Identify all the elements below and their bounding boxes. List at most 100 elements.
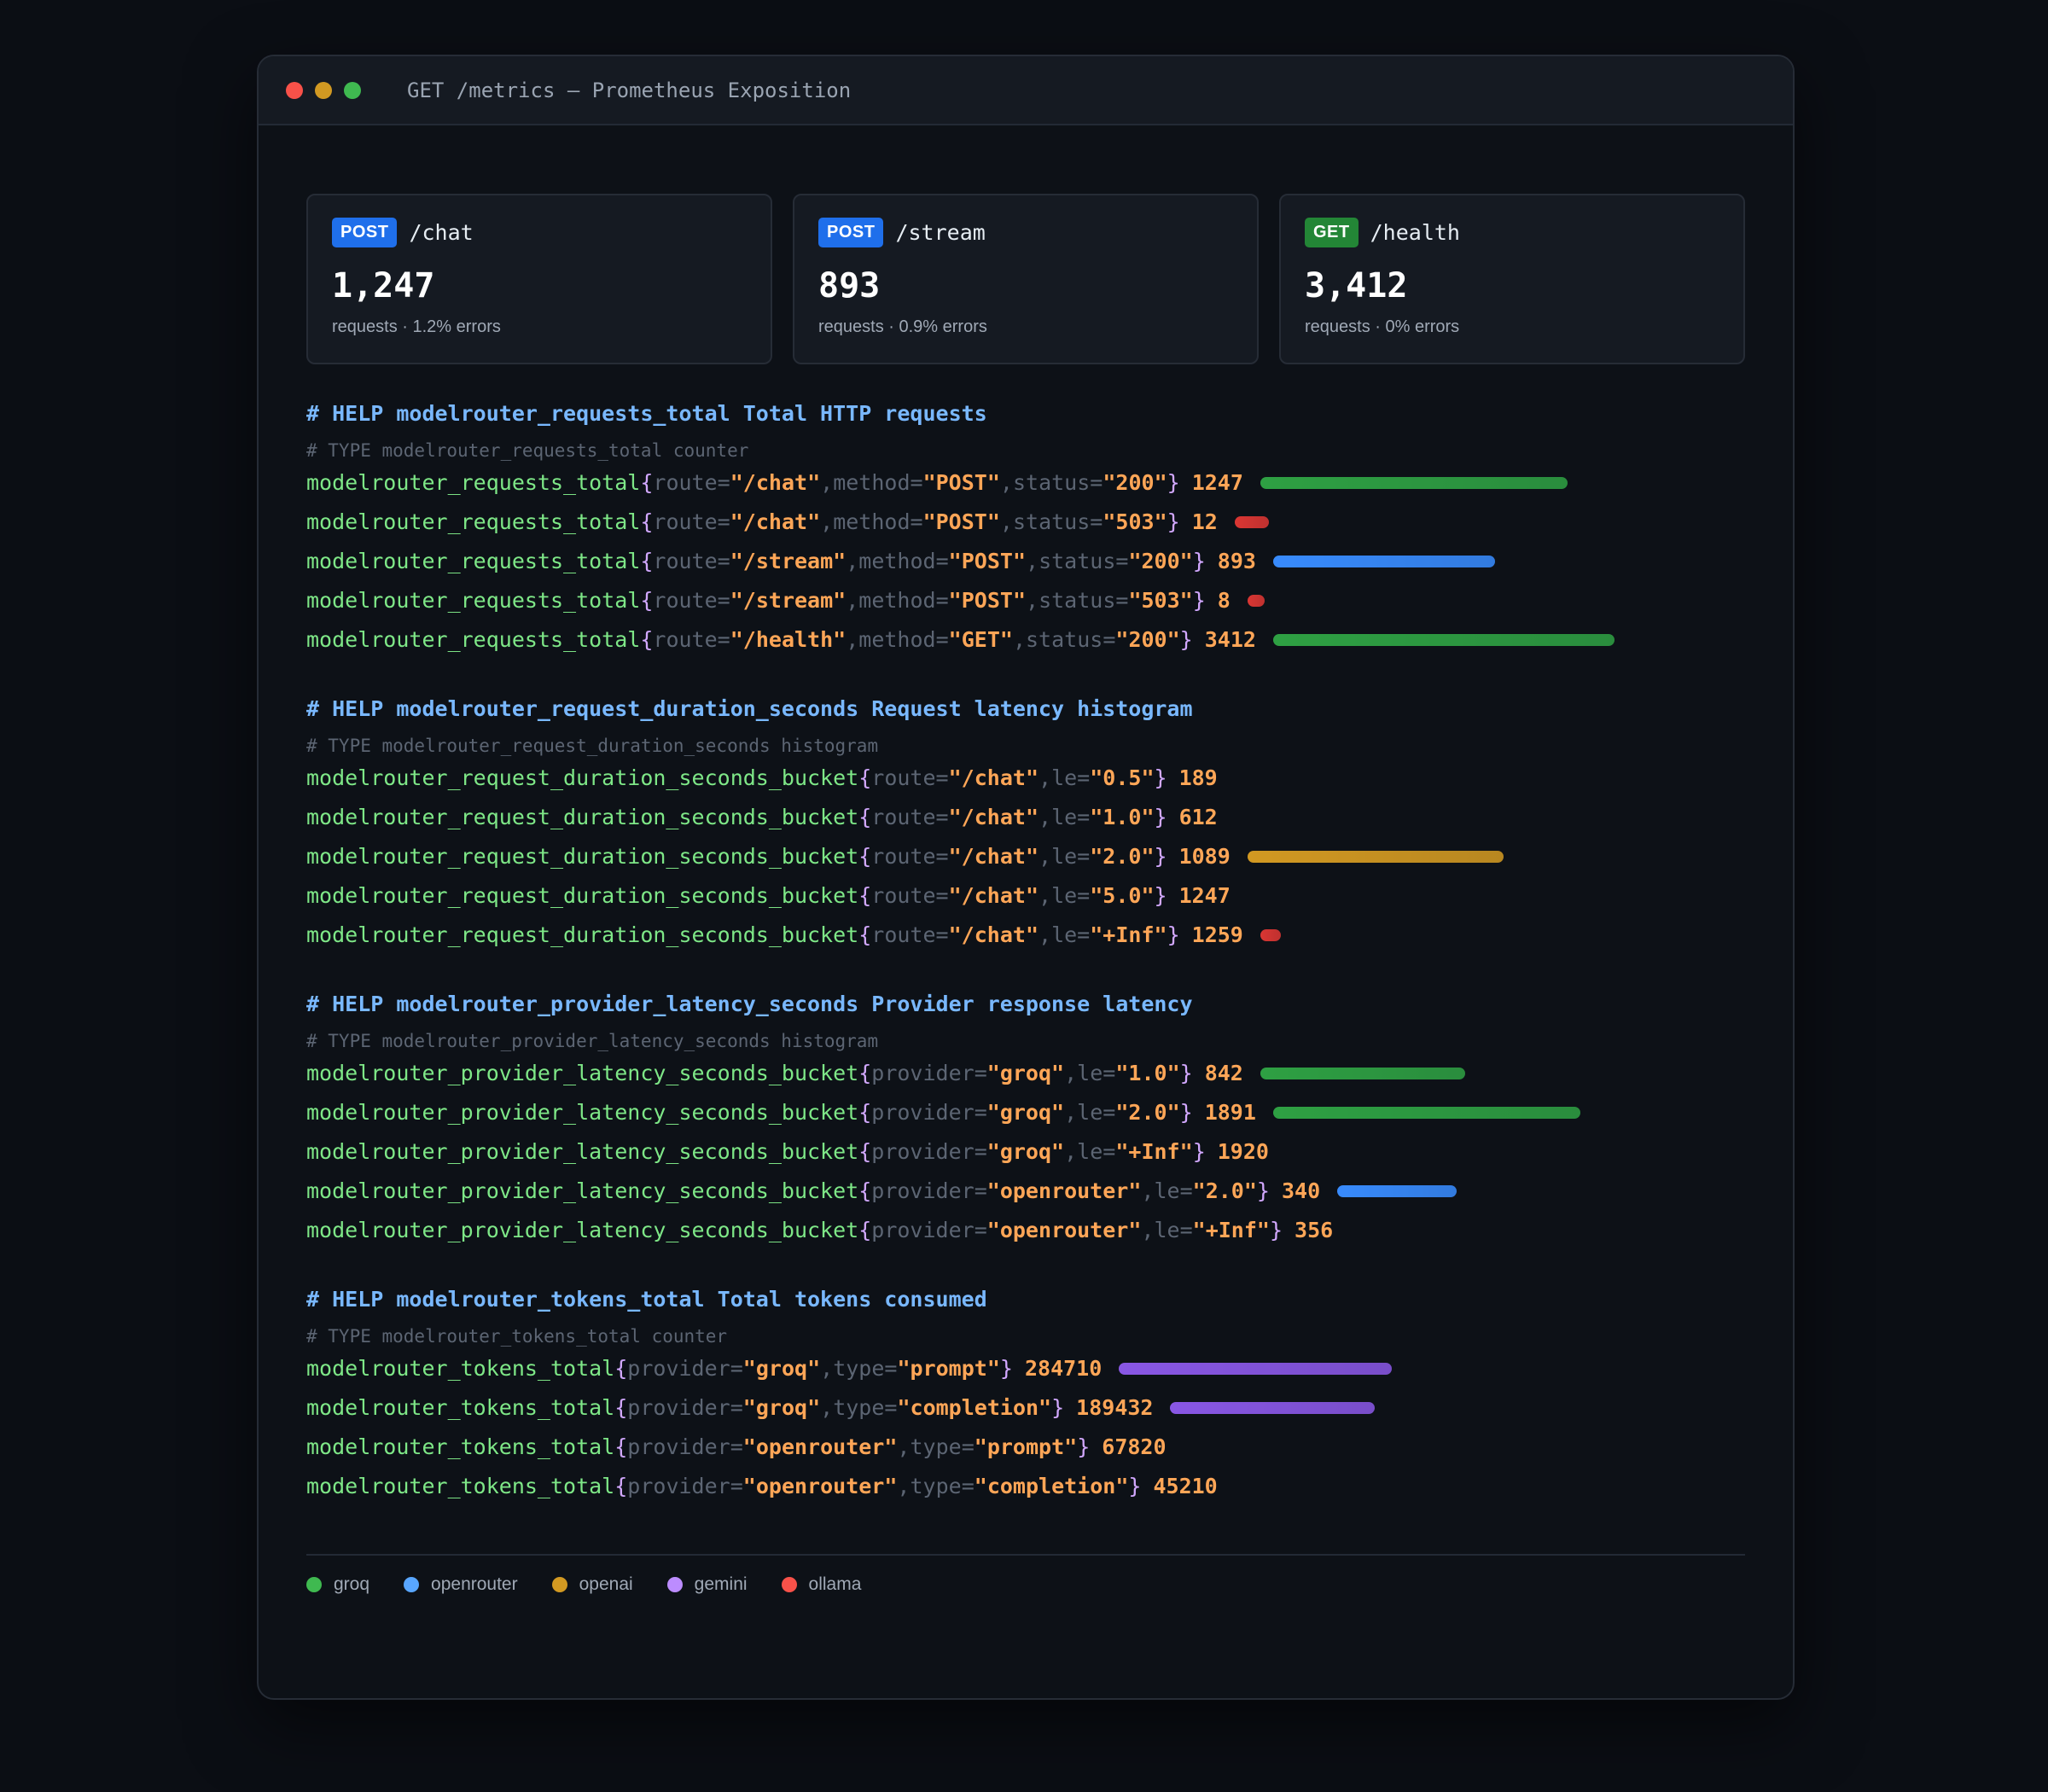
metric-name: modelrouter_provider_latency_seconds_buc… [306,1061,859,1085]
label-value: "POST" [922,470,1000,495]
label-value-text: 0.5 [1103,765,1142,790]
label-equals: = [1077,844,1091,869]
http-method-badge: GET [1305,218,1359,247]
label-key: le [1154,1178,1180,1203]
open-brace: { [858,1139,872,1164]
value-bar [1170,1402,1376,1414]
metric-sample-line: modelrouter_provider_latency_seconds_buc… [306,1093,1745,1132]
label-separator: , [1039,765,1052,790]
label-value-text: POST [961,549,1013,573]
label-value: "groq" [986,1100,1065,1125]
label-key: provider [871,1100,975,1125]
sample-value: 45210 [1153,1474,1218,1498]
label-equals: = [884,1356,898,1381]
label-value: "/health" [730,627,847,652]
label-key: status [1012,509,1091,534]
label-value: "GET" [948,627,1013,652]
metric-block: # HELP modelrouter_tokens_total Total to… [306,1284,1745,1506]
open-brace: { [640,588,654,613]
label-key: le [1051,922,1078,947]
label-equals: = [910,470,923,495]
label-key: route [871,805,936,829]
close-brace: } [1179,1061,1193,1085]
label-equals: = [717,549,730,573]
label-value: "/stream" [730,588,847,613]
label-value: "groq" [742,1356,821,1381]
label-value-text: prompt [910,1356,987,1381]
legend-color-dot [781,1577,797,1592]
label-equals: = [974,1218,987,1242]
label-separator: , [820,1395,834,1420]
label-value-text: groq [999,1061,1052,1085]
label-equals: = [717,627,730,652]
label-key: type [833,1356,885,1381]
metric-name: modelrouter_requests_total [306,470,641,495]
label-separator: , [999,470,1013,495]
label-value: "completion" [974,1474,1129,1498]
label-equals: = [961,1434,975,1459]
label-value: "2.0" [1090,844,1155,869]
metric-sample-line: modelrouter_requests_total{route = "/healt… [306,620,1745,660]
label-value-text: 5.0 [1103,883,1142,908]
label-value-text: /chat [961,922,1026,947]
minimize-window-button[interactable] [315,81,332,99]
maximize-window-button[interactable] [344,81,361,99]
metric-type-comment: # TYPE modelrouter_request_duration_seco… [306,736,879,756]
legend-label: openai [579,1574,633,1594]
sample-value: 356 [1295,1218,1334,1242]
label-equals: = [1077,883,1091,908]
metric-sample-line: modelrouter_request_duration_seconds_buc… [306,916,1745,955]
value-bar [1119,1363,1393,1375]
label-separator: , [897,1434,911,1459]
metric-sample-line: modelrouter_request_duration_seconds_buc… [306,759,1745,798]
label-value-text: 1.0 [1128,1061,1167,1085]
label-key: route [653,627,718,652]
label-key: le [1051,883,1078,908]
label-value: "/stream" [730,549,847,573]
value-bar [1272,1107,1580,1119]
route-path: /stream [895,220,986,245]
sample-value: 1259 [1191,922,1243,947]
legend-label: gemini [694,1574,748,1594]
label-key: provider [627,1474,730,1498]
metric-sample-line: modelrouter_request_duration_seconds_buc… [306,798,1745,837]
label-equals: = [1077,765,1091,790]
sample-value: 893 [1217,549,1256,573]
label-key: le [1051,844,1078,869]
metric-sample-line: modelrouter_tokens_total{provider = "openr… [306,1467,1745,1506]
label-value: "prompt" [897,1356,1000,1381]
label-value-text: POST [961,588,1013,613]
label-value-text: 2.0 [1128,1100,1167,1125]
close-window-button[interactable] [286,81,303,99]
label-value: "0.5" [1090,765,1155,790]
legend-color-dot [306,1577,322,1592]
label-separator: , [820,470,834,495]
metric-name: modelrouter_requests_total [306,509,641,534]
label-equals: = [1115,588,1129,613]
label-separator: , [1039,883,1052,908]
label-equals: = [1090,470,1103,495]
label-value: "/chat" [948,883,1039,908]
close-brace: } [1192,549,1206,573]
metric-type-comment: # TYPE modelrouter_tokens_total counter [306,1326,728,1347]
sample-value: 1247 [1191,470,1243,495]
request-count: 893 [818,266,881,305]
label-value-text: 200 [1128,627,1167,652]
label-key: method [833,470,911,495]
label-key: le [1077,1100,1103,1125]
label-key: route [871,765,936,790]
open-brace: { [614,1434,628,1459]
close-brace: } [1269,1218,1283,1242]
metric-name: modelrouter_requests_total [306,588,641,613]
label-separator: , [1012,627,1026,652]
label-separator: , [846,588,859,613]
sample-value: 340 [1281,1178,1321,1203]
label-key: route [653,588,718,613]
label-key: route [653,549,718,573]
open-brace: { [640,549,654,573]
label-value: "503" [1128,588,1193,613]
label-key: status [1039,549,1116,573]
open-brace: { [858,765,872,790]
value-bar [1272,634,1615,646]
sample-value: 842 [1204,1061,1243,1085]
